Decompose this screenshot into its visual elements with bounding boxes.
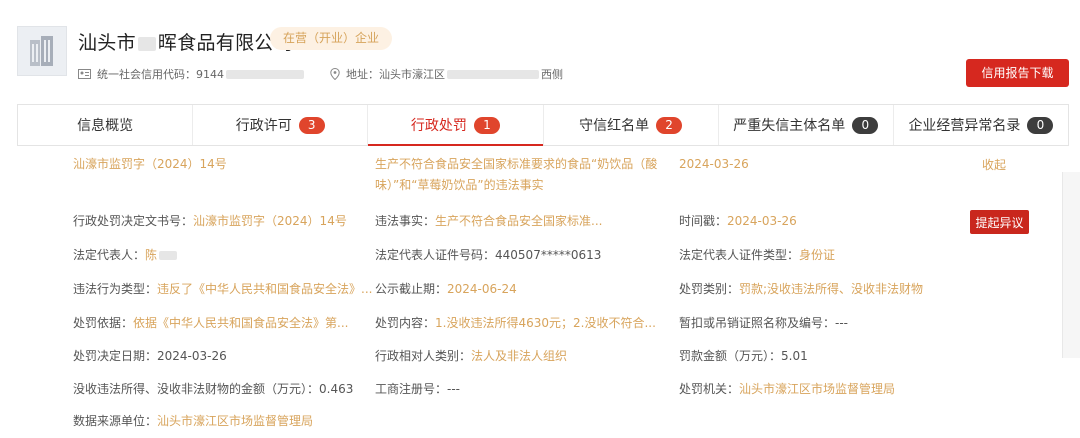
field-counterpart-type: 行政相对人类别：法人及非法人组织 [375, 349, 568, 363]
field-registration-number: 工商注册号：--- [375, 382, 461, 396]
building-icon [30, 36, 53, 66]
tab-count-badge: 0 [852, 116, 879, 134]
redacted-text [226, 69, 304, 79]
location-pin-icon [330, 68, 340, 80]
field-confiscated-amount: 没收违法所得、没收非法财物的金额（万元）：0.463 [73, 382, 354, 396]
tab-abnormal-list[interactable]: 企业经营异常名录 0 [894, 105, 1068, 145]
field-penalty-basis: 处罚依据：依据《中华人民共和国食品安全法》第... [73, 316, 349, 330]
redacted-text [447, 69, 539, 79]
tab-count-badge: 3 [298, 116, 325, 134]
tab-admin-penalty[interactable]: 行政处罚 1 [368, 105, 544, 146]
record-date: 2024-03-26 [679, 157, 749, 171]
credit-code: 统一社会信用代码： 9144 [78, 66, 304, 82]
field-data-source: 数据来源单位：汕头市濠江区市场监督管理局 [73, 414, 314, 428]
field-timestamp: 时间戳：2024-03-26 [679, 214, 797, 228]
redacted-text [159, 251, 178, 260]
company-logo [17, 26, 67, 76]
tab-overview[interactable]: 信息概览 [18, 105, 194, 145]
company-name: 汕头市 晖食品有限公司 [78, 32, 294, 54]
id-card-icon [78, 69, 91, 79]
tab-count-badge: 2 [656, 116, 683, 134]
record-title[interactable]: 生产不符合食品安全国家标准要求的食品“奶饮品（酸味）”和“草莓奶饮品”的违法事实 [375, 154, 665, 196]
field-violation-type: 违法行为类型：违反了《中华人民共和国食品安全法》... [73, 282, 373, 296]
side-panel-edge [1062, 172, 1080, 358]
field-decision-date: 处罚决定日期：2024-03-26 [73, 349, 227, 363]
tab-bar: 信息概览 行政许可 3 行政处罚 1 守信红名单 2 严重失信主体名单 0 企业经营异常… [17, 104, 1069, 146]
field-legal-rep-id-type: 法定代表人证件类型：身份证 [679, 248, 836, 262]
field-publicity-end: 公示截止期：2024-06-24 [375, 282, 517, 296]
credit-report-download-button[interactable]: 信用报告下载 [966, 59, 1069, 87]
field-license-suspension: 暂扣或吊销证照名称及编号：--- [679, 316, 849, 330]
status-badge: 在营（开业）企业 [270, 27, 393, 50]
field-decision-doc: 行政处罚决定文书号：汕濠市监罚字（2024）14号 [73, 214, 347, 228]
record-doc-number[interactable]: 汕濠市监罚字（2024）14号 [73, 154, 227, 175]
tab-admin-license[interactable]: 行政许可 3 [193, 105, 369, 145]
tab-count-badge: 0 [1027, 116, 1054, 134]
field-legal-rep: 法定代表人：陈 [73, 246, 178, 263]
field-illegal-fact: 违法事实：生产不符合食品安全国家标准... [375, 214, 603, 228]
raise-objection-button[interactable]: 提起异议 [970, 210, 1029, 234]
redacted-text [137, 36, 156, 51]
tab-dishonest-list[interactable]: 严重失信主体名单 0 [719, 105, 894, 145]
field-penalty-content: 处罚内容：1.没收违法所得4630元；2.没收不符合... [375, 316, 656, 330]
field-fine-amount: 罚款金额（万元）：5.01 [679, 349, 808, 363]
field-legal-rep-id: 法定代表人证件号码：440507*****0613 [375, 248, 602, 262]
field-penalty-authority: 处罚机关：汕头市濠江区市场监督管理局 [679, 382, 896, 396]
tab-count-badge: 1 [473, 116, 500, 134]
collapse-link[interactable]: 收起 [982, 156, 1006, 173]
address: 地址： 汕头市濠江区 西侧 [330, 66, 563, 82]
field-penalty-category: 处罚类别：罚款;没收违法所得、没收非法财物 [679, 282, 924, 296]
tab-red-list[interactable]: 守信红名单 2 [544, 105, 719, 145]
